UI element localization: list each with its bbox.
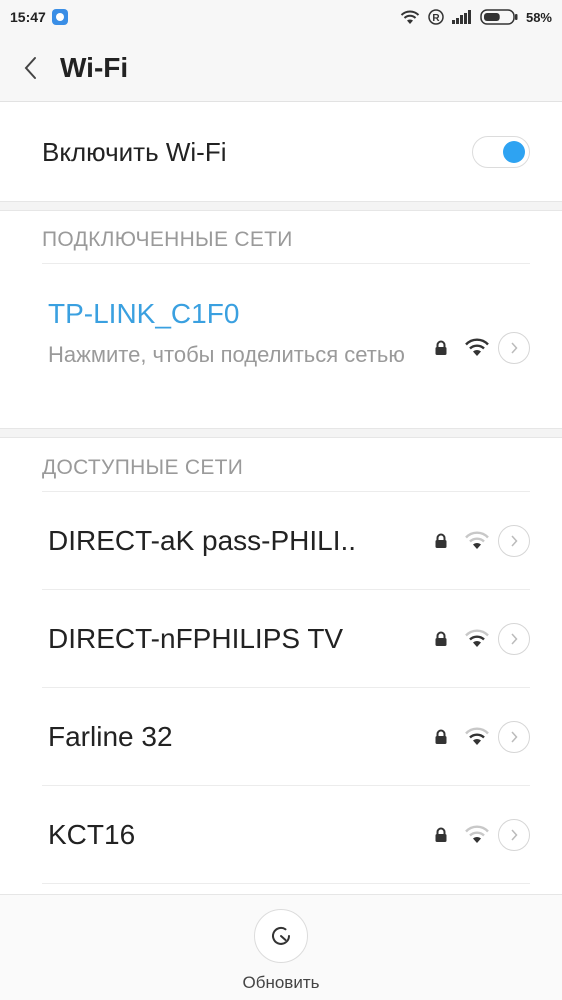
status-bar: 15:47 R 58% [0,0,562,34]
switch-knob [503,141,525,163]
chevron-right-icon [511,535,518,547]
chevron-right-icon [511,633,518,645]
network-status-icons [434,525,530,557]
network-ssid: Farline 32 [48,721,173,752]
available-section-title: ДОСТУПНЫЕ СЕТИ [42,456,244,479]
app-notification-icon [51,9,68,25]
wifi-toggle-label: Включить Wi-Fi [42,136,227,167]
wifi-signal-icon [465,629,489,647]
status-time: 15:47 [10,9,46,25]
divider-line [42,883,530,884]
chevron-right-icon [511,829,518,841]
connected-network-subtitle: Нажмите, чтобы поделиться сетью [48,342,405,367]
connected-network-ssid: TP-LINK_C1F0 [48,298,240,329]
battery-icon [480,9,518,25]
battery-percent: 58% [525,9,552,25]
network-item[interactable]: KCT16 [0,786,562,884]
network-details-button[interactable] [498,525,530,557]
lock-icon [435,729,447,744]
chevron-left-icon [24,56,36,79]
network-details-button[interactable] [498,819,530,851]
network-ssid: KCT16 [48,819,136,850]
cell-signal-icon [451,10,471,24]
chevron-right-icon [511,342,518,354]
wifi-signal-weak-icon [465,531,489,549]
network-status-icons [434,819,530,851]
back-button[interactable] [0,34,60,102]
lock-icon [435,340,447,355]
bottom-action-bar: Обновить [0,894,562,1000]
network-status-icons [434,721,530,753]
wifi-toggle-switch[interactable] [472,136,530,168]
svg-text:R: R [432,13,440,24]
lock-icon [435,533,447,548]
lock-icon [435,827,447,842]
wifi-signal-icon [465,338,489,356]
wifi-icon [400,10,420,24]
network-item[interactable]: DIRECT-nFPHILIPS TV [0,590,562,688]
status-icons: R 58% [400,9,552,25]
network-ssid: DIRECT-aK pass-PHILI.. [48,525,357,556]
refresh-label: Обновить [242,973,320,992]
roaming-r-icon: R [428,9,444,25]
wifi-toggle-row[interactable]: Включить Wi-Fi [0,103,562,201]
page-title: Wi-Fi [60,51,129,83]
app-header: Wi-Fi [0,34,562,102]
network-item[interactable]: Farline 32 [0,688,562,786]
lock-icon [435,631,447,646]
connected-network-item[interactable]: TP-LINK_C1F0 Нажмите, чтобы поделиться с… [0,264,562,428]
network-details-button[interactable] [498,332,530,364]
network-ssid: DIRECT-nFPHILIPS TV [48,623,344,654]
refresh-icon [272,926,290,945]
network-details-button[interactable] [498,623,530,655]
refresh-button[interactable] [254,909,308,963]
network-status-icons [434,623,530,655]
connected-section-title: ПОДКЛЮЧЕННЫЕ СЕТИ [42,228,293,251]
wifi-signal-icon [465,727,489,745]
network-item[interactable]: DIRECT-aK pass-PHILI.. [0,492,562,590]
network-details-button[interactable] [498,721,530,753]
chevron-right-icon [511,731,518,743]
wifi-signal-weak-icon [465,825,489,843]
section-divider [0,428,562,438]
network-status-icons [434,332,530,364]
section-divider [0,201,562,211]
